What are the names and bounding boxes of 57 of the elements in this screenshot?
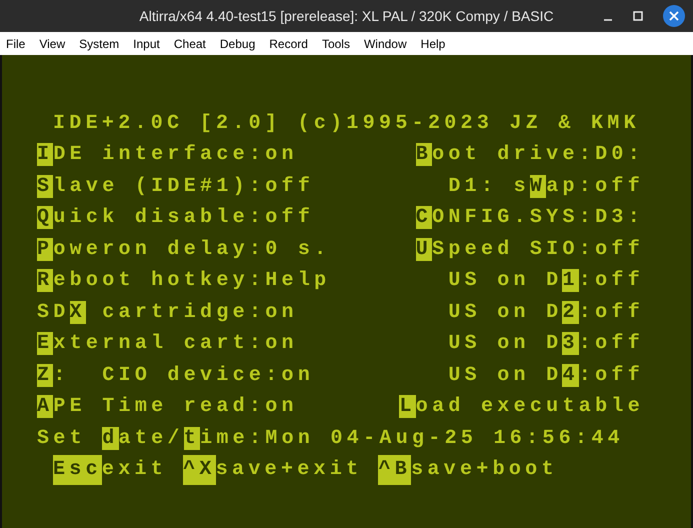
shortcut-key[interactable]: Esc — [53, 455, 102, 486]
option-label[interactable]: L oad executable — [399, 392, 644, 422]
option-value: off — [595, 236, 644, 263]
option-label[interactable]: Q uick disable: — [37, 203, 266, 234]
option-value: on — [265, 394, 298, 420]
option-value: on — [265, 331, 298, 358]
option-value: off — [595, 268, 644, 294]
option-value: off — [265, 174, 314, 200]
option-value: on — [265, 142, 298, 168]
option-label[interactable]: C ONFIG.SYS: — [416, 203, 596, 234]
shortcut-action: exit — [102, 457, 168, 484]
menu-item[interactable]: Tools — [322, 34, 350, 52]
option-label[interactable]: A PE Time read: — [37, 392, 266, 422]
option-value: Mon 04-Aug-25 16:56:44 — [265, 426, 624, 452]
shortcut-key[interactable]: ^B — [378, 455, 412, 486]
option-label[interactable]: P oweron delay: — [37, 234, 266, 265]
shortcut-key[interactable]: ^X — [183, 455, 216, 486]
menu-item[interactable]: System — [79, 34, 120, 52]
option-label[interactable]: US on D 4: — [448, 360, 596, 391]
option-label[interactable]: U Speed SIO: — [416, 234, 596, 265]
shortcut-action: save+boot — [411, 457, 558, 484]
option-label[interactable]: US on D 3: — [448, 329, 596, 360]
option-label[interactable]: Set d ate/t ime: — [37, 424, 266, 454]
option-label[interactable]: B oot drive: — [416, 140, 596, 170]
option-value: 0 s. — [265, 236, 330, 263]
option-label[interactable]: S lave (IDE#1): — [37, 172, 266, 202]
option-value: off — [595, 174, 644, 200]
menu-item[interactable]: Debug — [220, 34, 256, 52]
option-value: on — [282, 362, 314, 389]
option-label[interactable]: US on D 1: — [448, 266, 596, 296]
header-text: IDE+2.0C [2.0] (c)1995-2023 JZ & KMK — [53, 110, 640, 137]
option-value: D0: — [595, 142, 644, 168]
menu-item[interactable]: Input — [133, 34, 160, 52]
option-label[interactable]: Z: CIO device: — [37, 360, 282, 391]
option-label[interactable]: SD X cartridge: — [37, 298, 266, 328]
option-label[interactable]: US on D 2: — [448, 298, 596, 328]
option-value: off — [595, 300, 644, 326]
window-title: Altirra/x64 4.40-test15 [prerelease]: XL PAL / 320K Compy / BASIC — [139, 6, 554, 26]
shortcut-action: save+exit — [216, 457, 362, 484]
menu-item[interactable]: View — [39, 34, 66, 52]
menu-item[interactable]: Record — [269, 34, 308, 52]
option-value: D3: — [595, 205, 644, 232]
close-icon[interactable] — [663, 5, 685, 27]
option-value: off — [595, 331, 644, 358]
option-value: off — [595, 362, 644, 389]
option-value: Help — [265, 268, 330, 294]
maximize-icon[interactable] — [633, 11, 643, 21]
menu-item[interactable]: Help — [420, 34, 446, 52]
option-label[interactable]: D1: s W ap: — [448, 172, 596, 202]
option-value: off — [265, 205, 314, 232]
option-value: on — [265, 300, 298, 326]
menu-item[interactable]: Cheat — [174, 34, 206, 52]
option-label[interactable]: E xternal cart: — [37, 329, 266, 360]
menu-item[interactable]: Window — [364, 34, 407, 52]
menu-item[interactable]: File — [6, 34, 26, 52]
option-label[interactable]: R eboot hotkey: — [37, 266, 266, 296]
option-label[interactable]: I DE interface: — [37, 140, 266, 170]
